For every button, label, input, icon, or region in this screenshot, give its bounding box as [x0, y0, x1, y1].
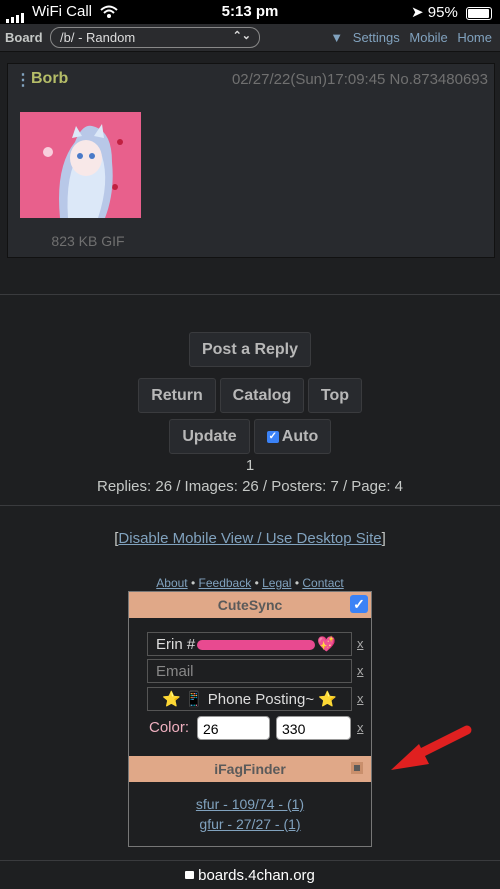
mobile-link[interactable]: Mobile: [409, 30, 447, 45]
battery-percent: 95%: [427, 4, 458, 21]
clear-email-x[interactable]: x: [357, 663, 364, 678]
lock-icon: [185, 871, 195, 880]
catalog-button[interactable]: Catalog: [220, 378, 304, 413]
board-select[interactable]: /b/ - Random ⌃⌄: [50, 27, 260, 48]
board-select-value: /b/ - Random: [60, 30, 136, 45]
thread-count: 1: [245, 457, 255, 474]
color-input-b[interactable]: 330: [276, 716, 351, 740]
battery-status: ➤ 95%: [411, 3, 492, 21]
ifagfinder-header: iFagFinder: [129, 756, 371, 782]
checkbox-checked-icon[interactable]: ✓: [266, 430, 279, 443]
board-label: Board: [5, 30, 43, 45]
auto-label: Auto: [281, 428, 319, 445]
email-field[interactable]: Email: [147, 659, 352, 683]
color-input-a[interactable]: 26: [197, 716, 270, 740]
finder-item[interactable]: sfur - 109/74 - (1): [129, 796, 371, 812]
top-button[interactable]: Top: [308, 378, 362, 413]
clear-subject-x[interactable]: x: [357, 691, 364, 706]
footer-separator: •: [254, 576, 259, 590]
collapse-arrow-icon[interactable]: ▼: [330, 30, 343, 45]
name-value: Erin #: [156, 636, 196, 653]
home-link[interactable]: Home: [457, 30, 492, 45]
ifagfinder-icon[interactable]: [351, 762, 363, 774]
bracket-close: ]: [381, 530, 386, 547]
auto-update-toggle[interactable]: ✓ Auto: [254, 419, 331, 454]
location-icon: ➤: [411, 4, 424, 21]
return-button[interactable]: Return: [138, 378, 216, 413]
finder-item[interactable]: gfur - 27/27 - (1): [129, 816, 371, 832]
name-field[interactable]: Erin # 💖: [147, 632, 352, 656]
cutesync-enable-checkbox[interactable]: ✓: [350, 595, 368, 613]
desktop-site-link-wrap: [Disable Mobile View / Use Desktop Site]: [0, 530, 500, 547]
heart-emoji: 💖: [317, 636, 336, 653]
board-nav-links: ▼ Settings Mobile Home: [324, 30, 492, 45]
clear-color-x[interactable]: x: [357, 720, 364, 735]
post-thumbnail[interactable]: [20, 112, 141, 218]
board-bar: Board /b/ - Random ⌃⌄ ▼ Settings Mobile …: [0, 24, 500, 52]
post-menu-icon[interactable]: ⋮: [15, 70, 31, 90]
url-domain: boards.4chan.org: [198, 867, 315, 884]
file-size-label: 823 KB GIF: [51, 233, 125, 249]
cutesync-title: CuteSync: [217, 597, 283, 613]
desktop-site-link[interactable]: Disable Mobile View / Use Desktop Site: [118, 530, 381, 547]
battery-icon: [466, 6, 492, 20]
legal-link[interactable]: Legal: [262, 576, 291, 590]
cutesync-header: CuteSync ✓: [129, 592, 371, 618]
post-container: ⋮ Borb 02/27/22(Sun)17:09:45 No.87348069…: [7, 63, 495, 258]
footer-separator: •: [190, 576, 196, 590]
poster-name: Borb: [31, 70, 69, 87]
about-link[interactable]: About: [156, 576, 187, 590]
url-bar[interactable]: boards.4chan.org: [0, 867, 500, 884]
post-meta[interactable]: 02/27/22(Sun)17:09:45 No.873480693: [232, 71, 488, 88]
select-arrows-icon: ⌃⌄: [232, 30, 251, 42]
contact-link[interactable]: Contact: [302, 576, 343, 590]
footer-links: About • Feedback • Legal • Contact: [0, 576, 500, 590]
red-arrow-annotation: [391, 725, 472, 770]
clear-name-x[interactable]: x: [357, 636, 364, 651]
post-reply-button[interactable]: Post a Reply: [189, 332, 311, 367]
status-bar: WiFi Call 5:13 pm ➤ 95%: [0, 0, 500, 24]
divider: [0, 860, 500, 861]
divider: [0, 505, 500, 506]
feedback-link[interactable]: Feedback: [199, 576, 252, 590]
update-button[interactable]: Update: [169, 419, 250, 454]
footer-separator: •: [294, 576, 300, 590]
settings-link[interactable]: Settings: [353, 30, 400, 45]
color-label: Color:: [149, 719, 190, 736]
redaction-mark: [197, 640, 316, 651]
thread-stats: Replies: 26 / Images: 26 / Posters: 7 / …: [97, 478, 403, 495]
ifagfinder-title: iFagFinder: [214, 761, 286, 777]
divider: [0, 294, 500, 295]
subject-field[interactable]: ⭐ 📱 Phone Posting~ ⭐: [147, 687, 352, 711]
cutesync-panel: CuteSync ✓ Erin # 💖 x Email x ⭐ 📱 Phone P…: [128, 591, 372, 847]
